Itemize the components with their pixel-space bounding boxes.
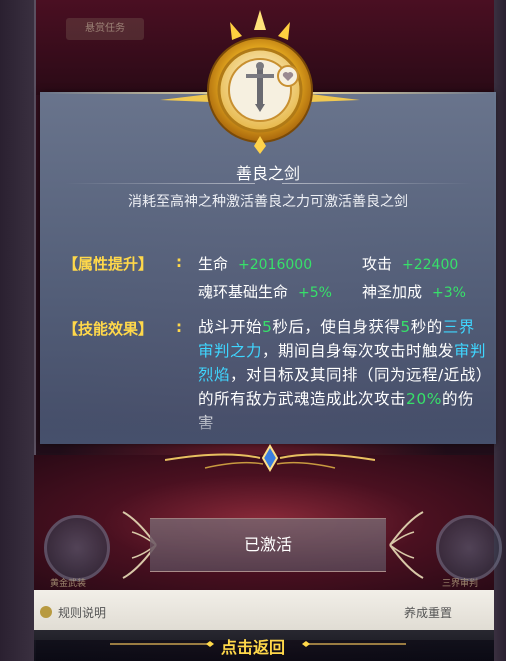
activated-button[interactable]: 已激活 bbox=[150, 518, 386, 572]
golden-armament-emblem-icon[interactable] bbox=[44, 515, 110, 581]
bounty-tag[interactable]: 悬赏任务 bbox=[66, 18, 144, 40]
scroll-fade bbox=[40, 408, 496, 444]
skill-label: 【技能效果】 bbox=[63, 320, 154, 338]
three-realms-label: 三界审判 bbox=[442, 579, 479, 589]
attr-name: 神圣加成 bbox=[362, 283, 423, 301]
attr-value: +3% bbox=[432, 285, 466, 301]
attribute-label: 【属性提升】 bbox=[63, 255, 154, 273]
three-realms-emblem-icon[interactable] bbox=[436, 515, 502, 581]
skill-highlight-number: 5 bbox=[400, 318, 411, 336]
skill-text: 战斗开始 bbox=[198, 318, 263, 336]
attr-name: 生命 bbox=[198, 255, 229, 273]
golden-armament-label: 黄金武装 bbox=[50, 579, 87, 589]
attr-soul-ring-hp: 魂环基础生命 +5% bbox=[198, 281, 332, 302]
sword-emblem-icon bbox=[160, 10, 360, 154]
attr-value: +2016000 bbox=[238, 257, 313, 273]
attribute-colon: : bbox=[176, 253, 182, 271]
skill-text: 秒后，使自身获得 bbox=[272, 318, 401, 336]
skill-highlight-number: 5 bbox=[262, 318, 273, 336]
attr-attack: 攻击 +22400 bbox=[362, 253, 458, 274]
rules-link[interactable]: 规则说明 bbox=[58, 604, 106, 621]
attr-name: 攻击 bbox=[362, 255, 393, 273]
attr-value: +5% bbox=[298, 285, 332, 301]
relic-name: 善良之剑 bbox=[235, 164, 300, 183]
left-frame bbox=[0, 0, 36, 661]
attr-hp: 生命 +2016000 bbox=[198, 253, 312, 274]
attr-value: +22400 bbox=[402, 257, 459, 273]
skill-text: ，期间自身每次攻击时触发 bbox=[262, 342, 455, 360]
relic-description: 消耗至高神之种激活善良之力可激活善良之剑 bbox=[128, 194, 408, 210]
skill-colon: : bbox=[176, 318, 182, 336]
right-ornament-icon bbox=[389, 511, 424, 579]
skill-text: 秒的 bbox=[410, 318, 443, 336]
attr-name: 魂环基础生命 bbox=[198, 283, 289, 301]
skill-highlight-number: 20% bbox=[406, 390, 442, 408]
reset-link[interactable]: 养成重置 bbox=[404, 604, 452, 621]
rules-icon bbox=[40, 606, 52, 618]
back-deco-right-icon bbox=[302, 641, 406, 647]
gem-divider-icon bbox=[165, 444, 375, 472]
back-button[interactable]: 点击返回 bbox=[0, 634, 506, 658]
attr-holy-bonus: 神圣加成 +3% bbox=[362, 281, 466, 302]
